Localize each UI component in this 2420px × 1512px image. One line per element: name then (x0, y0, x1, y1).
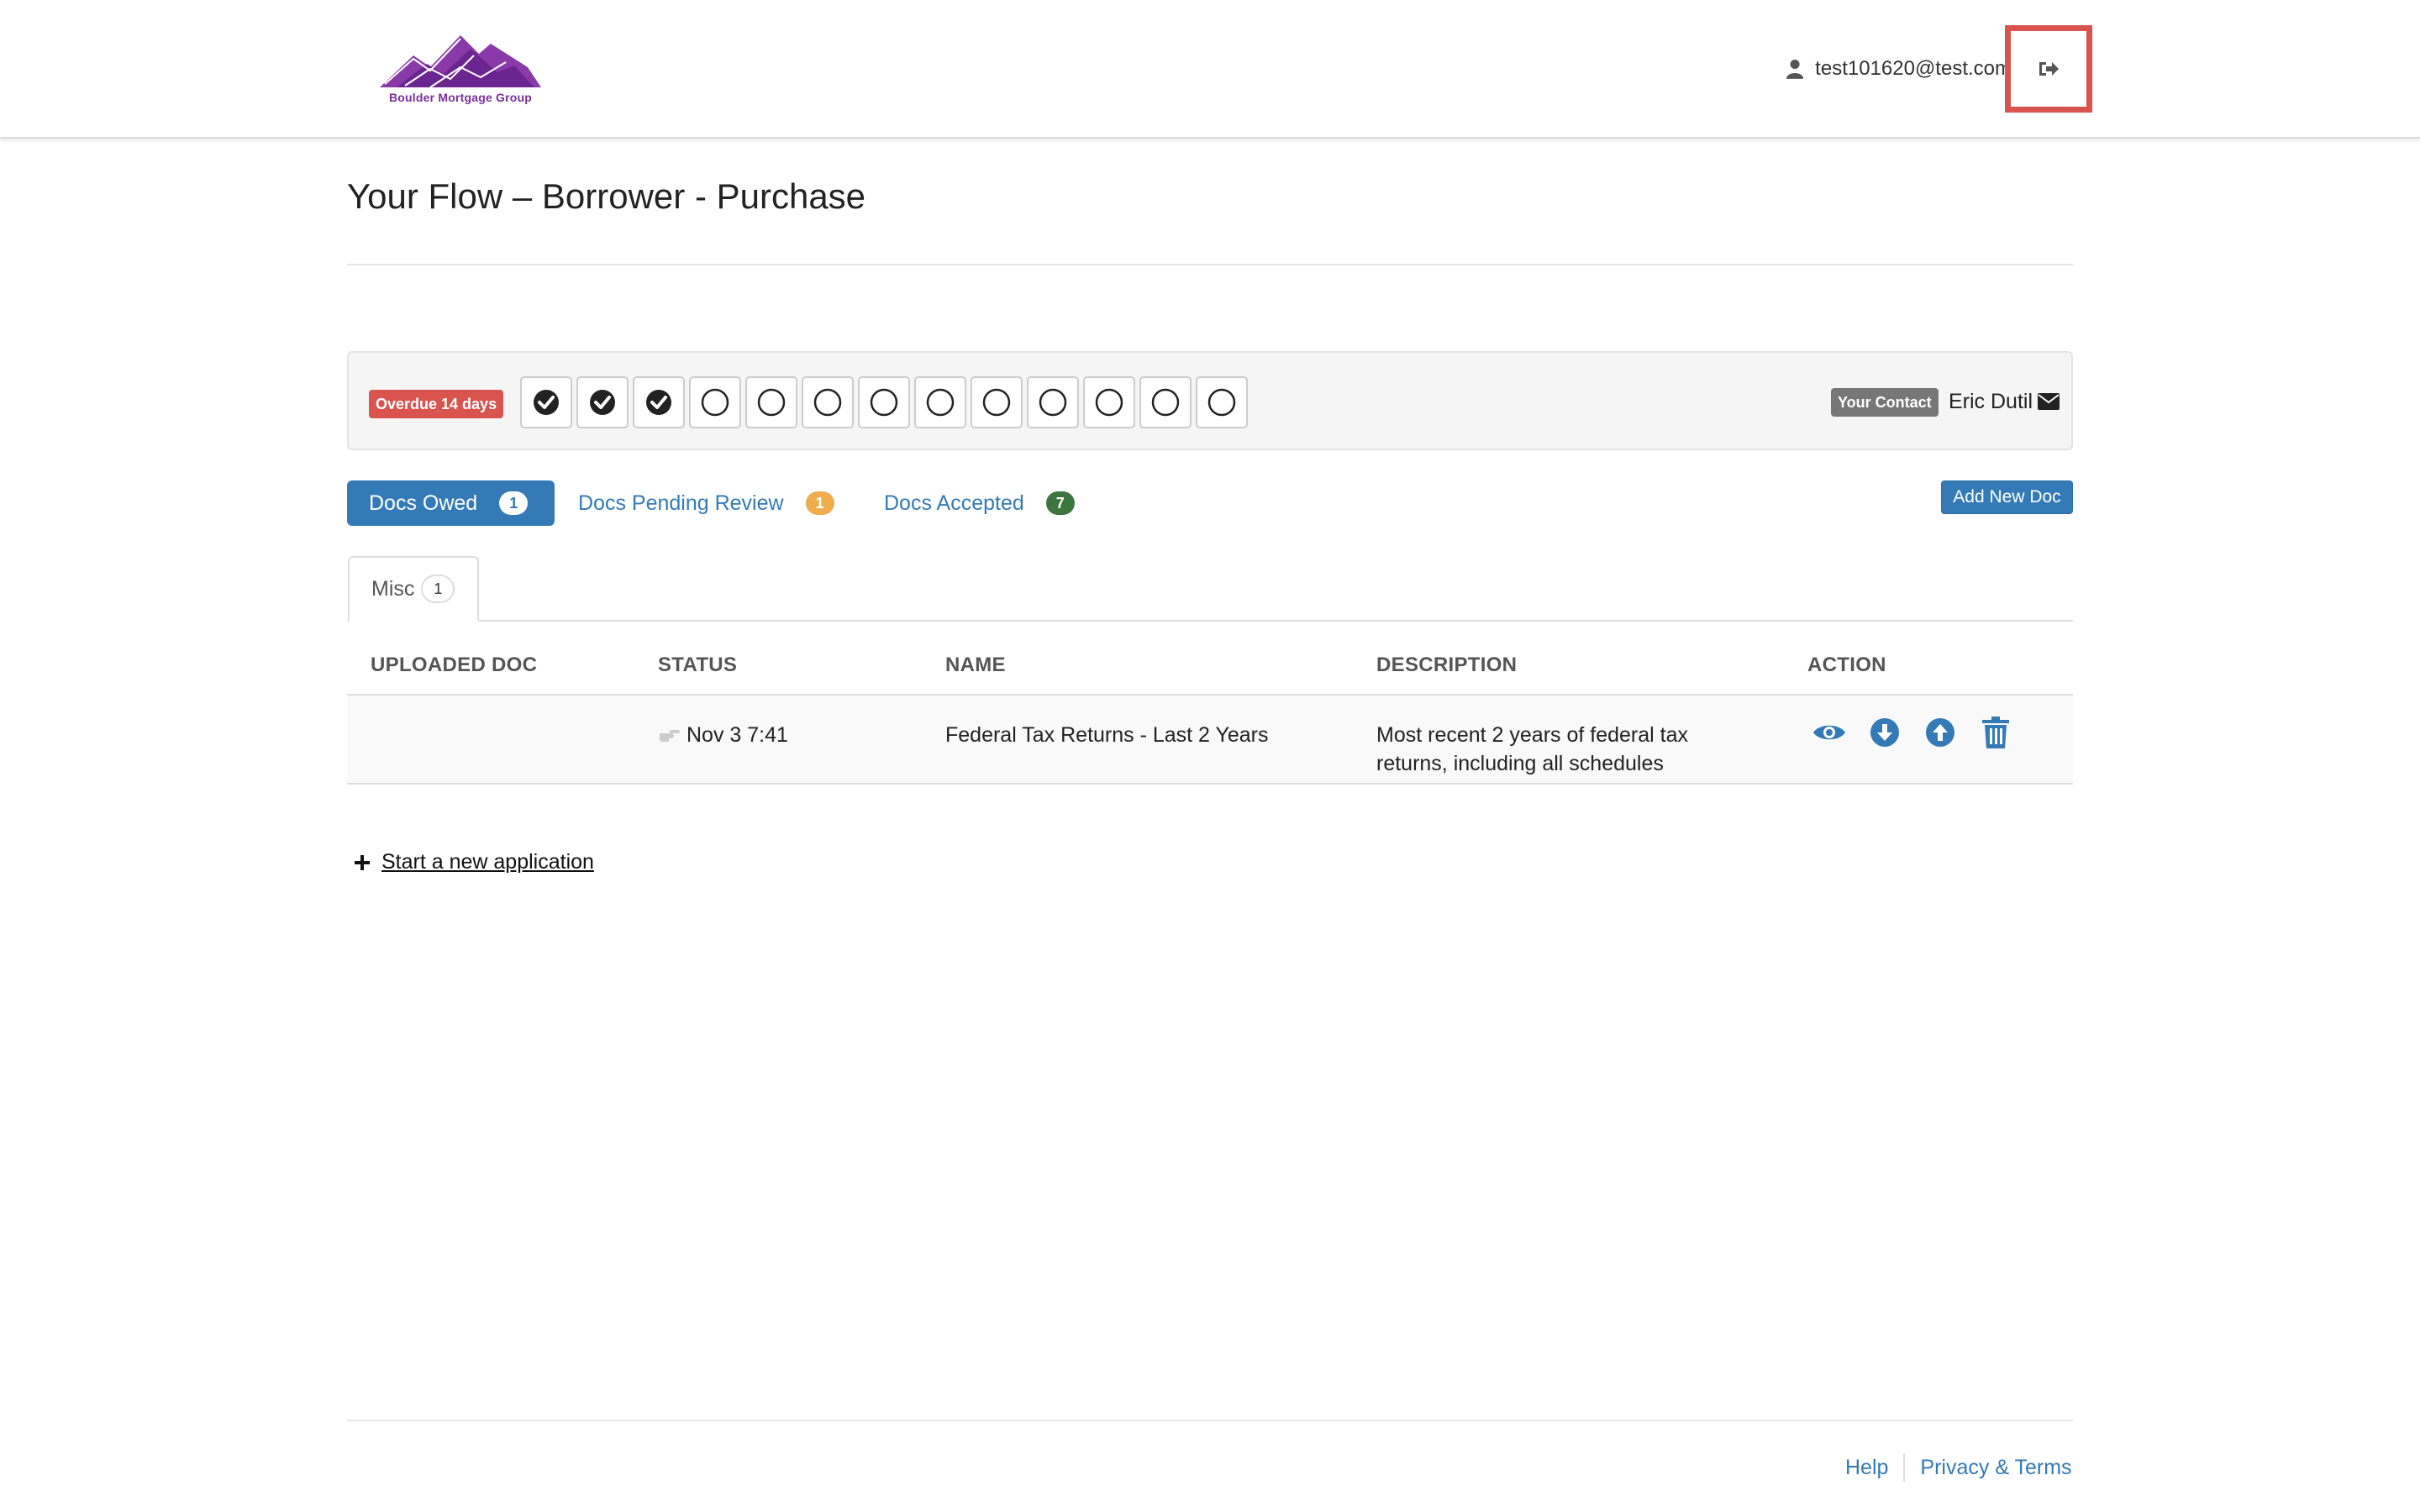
contact-name: Eric Dutil (1949, 390, 2033, 413)
empty-circle-icon (982, 388, 1011, 417)
envelope-icon[interactable] (2038, 393, 2060, 414)
progress-step-10[interactable] (1027, 376, 1079, 428)
empty-circle-icon (1151, 388, 1180, 417)
empty-circle-icon (870, 388, 898, 417)
empty-circle-icon (757, 388, 786, 417)
sign-out-icon (2039, 62, 2059, 76)
user-menu[interactable]: test101620@test.com (1786, 52, 2012, 86)
docs-accepted-count: 7 (1045, 491, 1075, 515)
footer-links: Help Privacy & Terms (1845, 1453, 2072, 1482)
tab-docs-owed[interactable]: Docs Owed 1 (347, 480, 555, 526)
company-logo[interactable]: Boulder Mortgage Group (380, 30, 541, 109)
subtab-misc[interactable]: Misc 1 (348, 556, 479, 622)
tab-docs-accepted[interactable]: Docs Accepted 7 (884, 480, 1075, 526)
column-header-description: DESCRIPTION (1376, 654, 1518, 676)
contact-badge: Your Contact (1831, 388, 1939, 417)
column-header-name: NAME (945, 654, 1006, 676)
column-header-uploaded-doc: UPLOADED DOC (371, 654, 538, 676)
footer-separator (1903, 1453, 1906, 1482)
tab-docs-accepted-label: Docs Accepted (884, 491, 1024, 515)
tab-docs-pending-label: Docs Pending Review (578, 491, 784, 515)
empty-circle-icon (1207, 388, 1236, 417)
progress-step-12[interactable] (1139, 376, 1192, 428)
progress-step-1[interactable] (520, 376, 572, 428)
check-circle-icon (646, 390, 671, 415)
start-new-application-label: Start a new application (381, 850, 594, 874)
check-circle-icon (534, 390, 559, 415)
progress-step-8[interactable] (914, 376, 966, 428)
mountain-logo-icon (380, 35, 541, 88)
progress-step-9[interactable] (971, 376, 1023, 428)
progress-steps (520, 376, 1248, 428)
docs-pending-count: 1 (805, 491, 834, 515)
eye-icon[interactable] (1812, 716, 1846, 749)
download-icon[interactable] (1868, 716, 1902, 749)
add-new-doc-button[interactable]: Add New Doc (1941, 480, 2073, 514)
tab-docs-owed-label: Docs Owed (369, 491, 478, 515)
logo-text: Boulder Mortgage Group (388, 91, 533, 104)
subtab-misc-count: 1 (421, 575, 455, 603)
progress-step-3[interactable] (633, 376, 685, 428)
progress-step-11[interactable] (1083, 376, 1135, 428)
overdue-badge: Overdue 14 days (369, 390, 504, 418)
empty-circle-icon (1095, 388, 1123, 417)
check-circle-icon (590, 390, 615, 415)
privacy-terms-link[interactable]: Privacy & Terms (1920, 1456, 2071, 1480)
empty-circle-icon (701, 388, 729, 417)
tab-docs-pending-review[interactable]: Docs Pending Review 1 (578, 480, 834, 526)
status-cell: Nov 3 7:41 (658, 721, 788, 749)
trash-icon[interactable] (1979, 716, 2012, 749)
row-actions (1812, 716, 2012, 749)
empty-circle-icon (926, 388, 955, 417)
subtab-misc-label: Misc (371, 576, 415, 601)
table-row: Nov 3 7:41 Federal Tax Returns - Last 2 … (347, 696, 2073, 785)
progress-step-5[interactable] (745, 376, 797, 428)
status-text: Nov 3 7:41 (687, 723, 788, 747)
help-link[interactable]: Help (1845, 1456, 1888, 1480)
user-email: test101620@test.com (1815, 57, 2012, 80)
empty-circle-icon (813, 388, 842, 417)
subtab-divider (347, 620, 2073, 622)
logout-button[interactable] (2005, 25, 2092, 113)
doc-name-cell: Federal Tax Returns - Last 2 Years (945, 723, 1269, 747)
hand-pointer-icon (660, 730, 680, 742)
column-header-action: ACTION (1807, 654, 1886, 676)
plus-icon (355, 854, 370, 870)
user-icon (1786, 59, 1804, 79)
progress-panel: Overdue 14 days Your Contact Eric Dutil (347, 351, 2073, 450)
top-navbar: Boulder Mortgage Group test101620@test.c… (0, 0, 2420, 139)
progress-step-6[interactable] (802, 376, 854, 428)
progress-step-4[interactable] (689, 376, 741, 428)
doc-description-cell: Most recent 2 years of federal tax retur… (1376, 723, 1689, 775)
progress-step-7[interactable] (858, 376, 910, 428)
start-new-application-link[interactable]: Start a new application (355, 850, 594, 874)
footer-divider (347, 1420, 2073, 1421)
empty-circle-icon (1039, 388, 1067, 417)
upload-icon[interactable] (1923, 716, 1957, 749)
column-header-status: STATUS (658, 654, 738, 676)
title-divider (347, 264, 2073, 265)
progress-step-2[interactable] (576, 376, 629, 428)
docs-owed-count: 1 (499, 491, 529, 515)
progress-step-13[interactable] (1196, 376, 1248, 428)
page-title: Your Flow – Borrower - Purchase (347, 176, 866, 216)
